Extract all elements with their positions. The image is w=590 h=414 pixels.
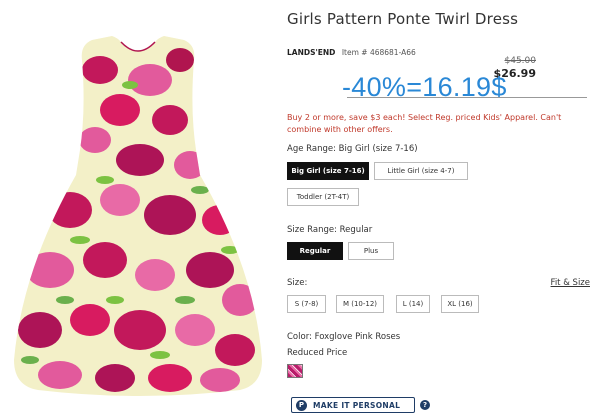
fit-and-size-link[interactable]: Fit & Size <box>551 278 590 288</box>
color-label: Color: Foxglove Pink Roses <box>287 332 401 342</box>
age-option-big-girl[interactable]: Big Girl (size 7-16) <box>287 162 369 180</box>
product-title: Girls Pattern Ponte Twirl Dress <box>287 10 519 28</box>
size-range-option-plus[interactable]: Plus <box>348 242 394 260</box>
size-range-label: Size Range: Regular <box>287 225 373 235</box>
brand-label: LANDS'END <box>287 48 336 57</box>
original-price: $45.00 <box>504 56 537 66</box>
color-swatch-foxglove-pink[interactable] <box>287 364 303 378</box>
reduced-price-label: Reduced Price <box>287 348 348 358</box>
size-option-xl[interactable]: XL (16) <box>441 295 479 313</box>
dress-image <box>14 36 262 396</box>
discount-overlay-text: -40%=16.19$ <box>342 72 507 102</box>
size-range-option-regular[interactable]: Regular <box>287 242 343 260</box>
help-icon[interactable]: ? <box>420 400 430 410</box>
size-option-s[interactable]: S (7-8) <box>287 295 326 313</box>
age-option-toddler[interactable]: Toddler (2T-4T) <box>287 188 359 206</box>
age-range-label: Age Range: Big Girl (size 7-16) <box>287 144 418 154</box>
personalize-icon: P <box>296 399 307 411</box>
item-number: Item # 468681-A66 <box>341 48 416 57</box>
product-image[interactable] <box>0 0 276 414</box>
product-details-panel: Girls Pattern Ponte Twirl Dress LANDS'EN… <box>287 0 590 414</box>
make-it-personal-button[interactable]: P MAKE IT PERSONAL <box>291 397 415 413</box>
age-option-little-girl[interactable]: Little Girl (size 4-7) <box>374 162 468 180</box>
size-option-l[interactable]: L (14) <box>396 295 430 313</box>
product-meta: LANDS'END Item # 468681-A66 <box>287 48 416 57</box>
make-it-personal-label: MAKE IT PERSONAL <box>313 400 401 410</box>
overlay-divider <box>347 97 587 98</box>
promo-message: Buy 2 or more, save $3 each! Select Reg.… <box>287 113 562 134</box>
size-option-m[interactable]: M (10-12) <box>336 295 384 313</box>
size-label: Size: <box>287 278 308 288</box>
